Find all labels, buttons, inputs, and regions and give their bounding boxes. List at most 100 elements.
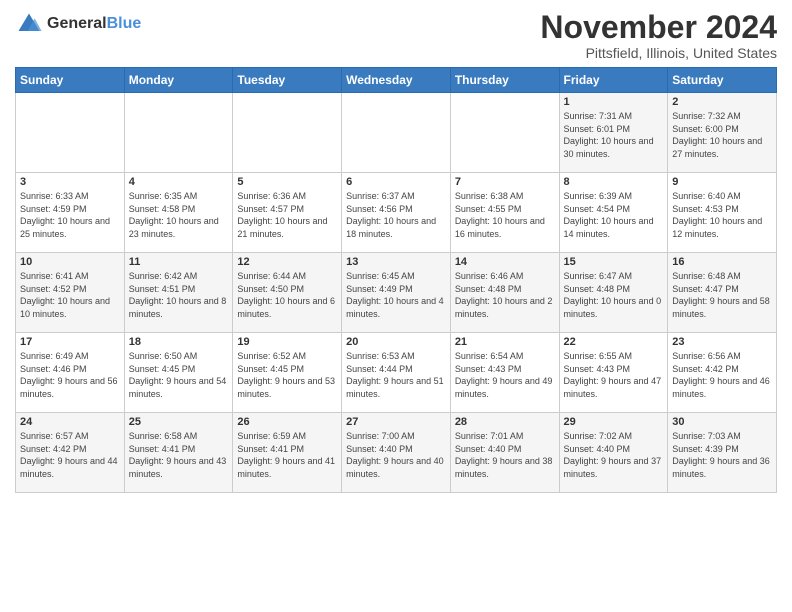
day-cell [16, 93, 125, 173]
day-info: Sunrise: 7:03 AM Sunset: 4:39 PM Dayligh… [672, 430, 772, 480]
day-info: Sunrise: 6:37 AM Sunset: 4:56 PM Dayligh… [346, 190, 446, 240]
day-info: Sunrise: 6:50 AM Sunset: 4:45 PM Dayligh… [129, 350, 229, 400]
day-number: 28 [455, 416, 555, 428]
day-number: 6 [346, 176, 446, 188]
day-number: 14 [455, 256, 555, 268]
day-number: 16 [672, 256, 772, 268]
day-info: Sunrise: 6:55 AM Sunset: 4:43 PM Dayligh… [564, 350, 664, 400]
col-friday: Friday [559, 68, 668, 93]
day-cell [124, 93, 233, 173]
calendar-container: GeneralBlue November 2024 Pittsfield, Il… [0, 0, 792, 498]
day-cell: 27 Sunrise: 7:00 AM Sunset: 4:40 PM Dayli… [342, 413, 451, 493]
day-number: 2 [672, 96, 772, 108]
day-info: Sunrise: 7:32 AM Sunset: 6:00 PM Dayligh… [672, 110, 772, 160]
day-cell: 24 Sunrise: 6:57 AM Sunset: 4:42 PM Dayli… [16, 413, 125, 493]
month-title: November 2024 [540, 10, 777, 45]
logo: GeneralBlue [15, 10, 141, 38]
day-cell [233, 93, 342, 173]
day-cell: 15Sunrise: 6:47 AM Sunset: 4:48 PM Dayli… [559, 253, 668, 333]
day-number: 26 [237, 416, 337, 428]
week-row-2: 10 Sunrise: 6:41 AM Sunset: 4:52 PM Dayli… [16, 253, 777, 333]
day-info: Sunrise: 6:35 AM Sunset: 4:58 PM Dayligh… [129, 190, 229, 240]
col-saturday: Saturday [668, 68, 777, 93]
col-wednesday: Wednesday [342, 68, 451, 93]
day-info: Sunrise: 7:01 AM Sunset: 4:40 PM Dayligh… [455, 430, 555, 480]
col-monday: Monday [124, 68, 233, 93]
day-cell: 3 Sunrise: 6:33 AM Sunset: 4:59 PM Daylig… [16, 173, 125, 253]
calendar-table: Sunday Monday Tuesday Wednesday Thursday… [15, 67, 777, 493]
day-info: Sunrise: 6:48 AM Sunset: 4:47 PM Dayligh… [672, 270, 772, 320]
day-cell: 18Sunrise: 6:50 AM Sunset: 4:45 PM Dayli… [124, 333, 233, 413]
day-info: Sunrise: 6:39 AM Sunset: 4:54 PM Dayligh… [564, 190, 664, 240]
week-row-0: 1 Sunrise: 7:31 AM Sunset: 6:01 PM Daylig… [16, 93, 777, 173]
day-cell: 5 Sunrise: 6:36 AM Sunset: 4:57 PM Daylig… [233, 173, 342, 253]
day-info: Sunrise: 7:00 AM Sunset: 4:40 PM Dayligh… [346, 430, 446, 480]
day-number: 7 [455, 176, 555, 188]
header: GeneralBlue November 2024 Pittsfield, Il… [15, 10, 777, 61]
day-info: Sunrise: 6:44 AM Sunset: 4:50 PM Dayligh… [237, 270, 337, 320]
day-cell: 22Sunrise: 6:55 AM Sunset: 4:43 PM Dayli… [559, 333, 668, 413]
day-number: 24 [20, 416, 120, 428]
day-info: Sunrise: 7:31 AM Sunset: 6:01 PM Dayligh… [564, 110, 664, 160]
day-info: Sunrise: 6:56 AM Sunset: 4:42 PM Dayligh… [672, 350, 772, 400]
day-number: 27 [346, 416, 446, 428]
day-cell: 6 Sunrise: 6:37 AM Sunset: 4:56 PM Daylig… [342, 173, 451, 253]
day-cell: 11 Sunrise: 6:42 AM Sunset: 4:51 PM Dayli… [124, 253, 233, 333]
day-cell: 7 Sunrise: 6:38 AM Sunset: 4:55 PM Daylig… [450, 173, 559, 253]
day-number: 11 [129, 256, 229, 268]
day-cell: 16 Sunrise: 6:48 AM Sunset: 4:47 PM Dayli… [668, 253, 777, 333]
day-cell: 21 Sunrise: 6:54 AM Sunset: 4:43 PM Dayli… [450, 333, 559, 413]
day-cell: 13 Sunrise: 6:45 AM Sunset: 4:49 PM Dayli… [342, 253, 451, 333]
day-cell: 10 Sunrise: 6:41 AM Sunset: 4:52 PM Dayli… [16, 253, 125, 333]
day-cell: 9Sunrise: 6:40 AM Sunset: 4:53 PM Daylig… [668, 173, 777, 253]
day-cell: 14 Sunrise: 6:46 AM Sunset: 4:48 PM Dayli… [450, 253, 559, 333]
day-info: Sunrise: 6:38 AM Sunset: 4:55 PM Dayligh… [455, 190, 555, 240]
col-thursday: Thursday [450, 68, 559, 93]
day-number: 17 [20, 336, 120, 348]
week-row-4: 24 Sunrise: 6:57 AM Sunset: 4:42 PM Dayli… [16, 413, 777, 493]
day-cell: 17 Sunrise: 6:49 AM Sunset: 4:46 PM Dayli… [16, 333, 125, 413]
day-number: 15 [564, 256, 664, 268]
day-info: Sunrise: 6:42 AM Sunset: 4:51 PM Dayligh… [129, 270, 229, 320]
day-info: Sunrise: 6:46 AM Sunset: 4:48 PM Dayligh… [455, 270, 555, 320]
day-number: 23 [672, 336, 772, 348]
day-number: 10 [20, 256, 120, 268]
day-number: 29 [564, 416, 664, 428]
day-cell: 25Sunrise: 6:58 AM Sunset: 4:41 PM Dayli… [124, 413, 233, 493]
day-cell: 26 Sunrise: 6:59 AM Sunset: 4:41 PM Dayli… [233, 413, 342, 493]
day-info: Sunrise: 6:45 AM Sunset: 4:49 PM Dayligh… [346, 270, 446, 320]
day-cell [450, 93, 559, 173]
day-info: Sunrise: 6:59 AM Sunset: 4:41 PM Dayligh… [237, 430, 337, 480]
day-cell [342, 93, 451, 173]
day-number: 4 [129, 176, 229, 188]
day-number: 5 [237, 176, 337, 188]
day-cell: 2 Sunrise: 7:32 AM Sunset: 6:00 PM Daylig… [668, 93, 777, 173]
day-cell: 8Sunrise: 6:39 AM Sunset: 4:54 PM Daylig… [559, 173, 668, 253]
day-info: Sunrise: 6:57 AM Sunset: 4:42 PM Dayligh… [20, 430, 120, 480]
day-cell: 23 Sunrise: 6:56 AM Sunset: 4:42 PM Dayli… [668, 333, 777, 413]
day-cell: 20 Sunrise: 6:53 AM Sunset: 4:44 PM Dayli… [342, 333, 451, 413]
day-info: Sunrise: 6:49 AM Sunset: 4:46 PM Dayligh… [20, 350, 120, 400]
day-number: 1 [564, 96, 664, 108]
day-number: 13 [346, 256, 446, 268]
day-number: 21 [455, 336, 555, 348]
day-info: Sunrise: 6:36 AM Sunset: 4:57 PM Dayligh… [237, 190, 337, 240]
col-tuesday: Tuesday [233, 68, 342, 93]
day-info: Sunrise: 6:52 AM Sunset: 4:45 PM Dayligh… [237, 350, 337, 400]
day-info: Sunrise: 6:41 AM Sunset: 4:52 PM Dayligh… [20, 270, 120, 320]
day-number: 12 [237, 256, 337, 268]
title-section: November 2024 Pittsfield, Illinois, Unit… [540, 10, 777, 61]
logo-general: GeneralBlue [47, 15, 141, 33]
day-number: 9 [672, 176, 772, 188]
day-cell: 28 Sunrise: 7:01 AM Sunset: 4:40 PM Dayli… [450, 413, 559, 493]
day-info: Sunrise: 6:54 AM Sunset: 4:43 PM Dayligh… [455, 350, 555, 400]
day-number: 20 [346, 336, 446, 348]
logo-icon [15, 10, 43, 38]
day-cell: 19Sunrise: 6:52 AM Sunset: 4:45 PM Dayli… [233, 333, 342, 413]
day-number: 3 [20, 176, 120, 188]
subtitle: Pittsfield, Illinois, United States [540, 45, 777, 61]
day-info: Sunrise: 6:33 AM Sunset: 4:59 PM Dayligh… [20, 190, 120, 240]
day-info: Sunrise: 6:53 AM Sunset: 4:44 PM Dayligh… [346, 350, 446, 400]
day-number: 25 [129, 416, 229, 428]
day-cell: 29Sunrise: 7:02 AM Sunset: 4:40 PM Dayli… [559, 413, 668, 493]
